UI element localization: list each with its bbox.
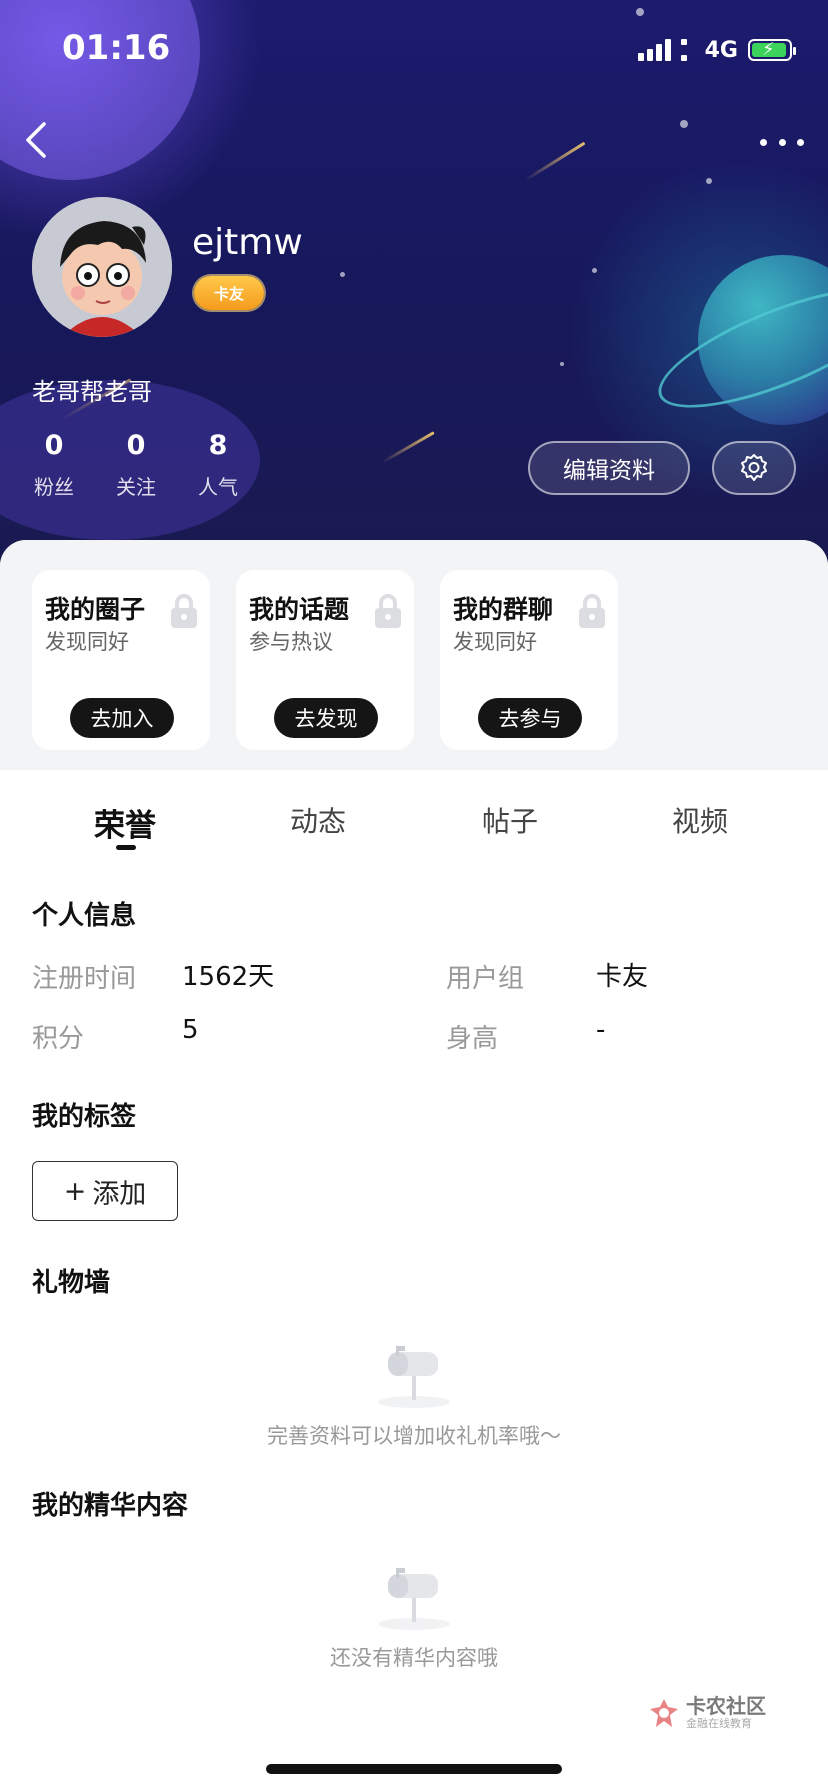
- chevron-left-icon: [26, 122, 46, 158]
- app-watermark: 卡农社区 金融在线教育: [648, 1695, 766, 1731]
- tab-posts[interactable]: 帖子: [482, 800, 538, 840]
- card-my-groups[interactable]: 我的群聊 发现同好 去参与: [440, 570, 618, 750]
- stat-value: 8: [208, 430, 228, 461]
- profile-header: 01:16 4G ⚡ ejtmw 卡友 老哥帮老哥 0 粉丝 0 关注 8 人气…: [0, 0, 828, 570]
- decor-star: [636, 8, 644, 16]
- active-tab-indicator: [116, 845, 136, 850]
- home-indicator[interactable]: [266, 1764, 562, 1774]
- stat-popularity[interactable]: 8 人气: [196, 430, 240, 500]
- lock-icon: [579, 594, 605, 628]
- card-subtitle: 发现同好: [453, 630, 537, 654]
- tab-activity[interactable]: 动态: [290, 800, 346, 840]
- card-subtitle: 发现同好: [45, 630, 129, 654]
- gift-wall-empty-text: 完善资料可以增加收礼机率哦～: [267, 1424, 561, 1448]
- watermark-logo-icon: [650, 1699, 678, 1727]
- decor-star: [340, 272, 345, 277]
- stat-label: 粉丝: [34, 475, 74, 499]
- lock-icon: [375, 594, 401, 628]
- member-badge: 卡友: [194, 276, 264, 310]
- lock-icon: [171, 594, 197, 628]
- card-subtitle: 参与热议: [249, 630, 333, 654]
- network-type: 4G: [704, 37, 738, 63]
- participate-button[interactable]: 去参与: [478, 698, 582, 738]
- add-tag-button[interactable]: + 添加: [32, 1161, 178, 1221]
- section-title-gift-wall: 礼物墙: [32, 1268, 111, 1298]
- dots-signal-icon: [680, 39, 695, 61]
- gear-icon: [741, 454, 767, 481]
- settings-button[interactable]: [712, 441, 796, 495]
- avatar-cartoon-icon: [32, 197, 172, 337]
- decor-star: [680, 120, 688, 128]
- stat-label: 关注: [116, 475, 156, 499]
- feature-cards: 我的圈子 发现同好 去加入 我的话题 参与热议 去发现 我的群聊 发现同好 去参…: [0, 540, 828, 770]
- status-icons: 4G ⚡: [637, 34, 796, 66]
- stat-value: 0: [126, 430, 146, 461]
- battery-icon: ⚡: [748, 39, 796, 61]
- more-dot-icon: [778, 138, 786, 146]
- card-title: 我的圈子: [45, 595, 146, 624]
- username: ejtmw: [192, 222, 303, 263]
- tab-honor[interactable]: 荣誉: [94, 800, 156, 845]
- join-button[interactable]: 去加入: [70, 698, 174, 738]
- more-dot-icon: [797, 138, 804, 146]
- empty-mailbox-icon: [378, 1568, 450, 1630]
- card-my-topics[interactable]: 我的话题 参与热议 去发现: [236, 570, 414, 750]
- plus-icon: +: [63, 1175, 87, 1207]
- add-tag-label: 添加: [92, 1178, 147, 1210]
- watermark-title: 卡农社区: [686, 1694, 766, 1718]
- info-label: 用户组: [446, 964, 525, 994]
- tab-videos[interactable]: 视频: [672, 800, 728, 840]
- section-title-personal-info: 个人信息: [32, 901, 137, 931]
- stat-followers[interactable]: 0 粉丝: [32, 430, 76, 500]
- decor-star: [592, 268, 597, 273]
- section-title-tags: 我的标签: [32, 1102, 137, 1132]
- decor-meteor: [524, 141, 586, 182]
- info-label: 身高: [446, 1024, 499, 1054]
- info-value: 1562天: [182, 962, 275, 992]
- stat-value: 0: [44, 430, 64, 461]
- bio-text: 老哥帮老哥: [32, 378, 152, 406]
- card-title: 我的话题: [249, 595, 350, 624]
- info-value: 5: [182, 1015, 199, 1045]
- stats-row: 0 粉丝 0 关注 8 人气: [32, 430, 240, 500]
- stat-following[interactable]: 0 关注: [114, 430, 158, 500]
- decor-meteor: [381, 431, 435, 464]
- info-label: 积分: [32, 1024, 85, 1054]
- empty-mailbox-icon: [378, 1346, 450, 1408]
- info-value: 卡友: [596, 962, 649, 992]
- decor-star: [706, 178, 712, 184]
- more-dot-icon: [760, 138, 767, 146]
- profile-content: 我的圈子 发现同好 去加入 我的话题 参与热议 去发现 我的群聊 发现同好 去参…: [0, 540, 828, 1792]
- card-title: 我的群聊: [453, 595, 554, 624]
- back-button[interactable]: [18, 118, 62, 162]
- featured-empty-text: 还没有精华内容哦: [330, 1646, 498, 1670]
- card-my-circles[interactable]: 我的圈子 发现同好 去加入: [32, 570, 210, 750]
- avatar[interactable]: [32, 197, 172, 337]
- stat-label: 人气: [198, 475, 238, 499]
- status-time: 01:16: [62, 28, 171, 68]
- watermark-subtitle: 金融在线教育: [686, 1717, 752, 1730]
- section-title-featured: 我的精华内容: [32, 1491, 189, 1521]
- info-value: -: [596, 1015, 606, 1045]
- info-label: 注册时间: [32, 964, 137, 994]
- discover-button[interactable]: 去发现: [274, 698, 378, 738]
- cellular-signal-icon: [637, 39, 671, 61]
- more-options-button[interactable]: [760, 120, 804, 164]
- decor-star: [560, 362, 564, 366]
- edit-profile-button[interactable]: 编辑资料: [528, 441, 690, 495]
